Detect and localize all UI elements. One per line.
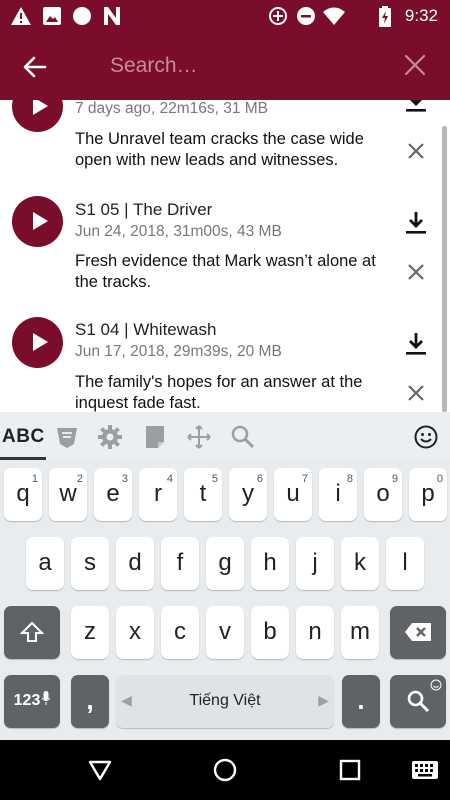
download-icon[interactable] — [404, 331, 428, 357]
key-a[interactable]: a — [26, 537, 64, 590]
search-icon — [407, 690, 430, 713]
key-f[interactable]: f — [161, 537, 199, 590]
play-button[interactable] — [12, 317, 63, 368]
key-m[interactable]: m — [341, 606, 379, 659]
keyboard-toolbar: ABC — [0, 412, 450, 460]
play-button[interactable] — [12, 196, 63, 247]
key-t[interactable]: 5t — [184, 468, 222, 521]
comma-key[interactable]: , — [71, 675, 109, 728]
space-label: Tiếng Việt — [189, 692, 261, 709]
arrow-left-icon[interactable] — [20, 52, 50, 82]
keyboard-switch-icon[interactable] — [411, 760, 439, 780]
key-j[interactable]: j — [296, 537, 334, 590]
battery-charging-icon — [379, 6, 391, 27]
remove-icon[interactable] — [407, 263, 425, 281]
episode-item[interactable]: S1 05 | The Driver Jun 24, 2018, 31m00s,… — [0, 194, 450, 314]
key-z[interactable]: z — [71, 606, 109, 659]
episode-description: The family's hopes for an answer at the … — [75, 373, 363, 412]
warning-icon — [11, 7, 31, 25]
key-i[interactable]: 8i — [319, 468, 357, 521]
clock: 9:32 — [404, 6, 438, 25]
shift-key[interactable] — [4, 606, 60, 659]
key-x[interactable]: x — [116, 606, 154, 659]
episode-title: S1 04 | Whitewash — [75, 320, 217, 339]
shift-icon — [19, 621, 45, 642]
key-k[interactable]: k — [341, 537, 379, 590]
data-saver-icon — [269, 7, 287, 25]
navigation-bar — [0, 740, 450, 800]
cursor-move-icon[interactable] — [186, 424, 212, 450]
symbols-key[interactable]: 123 — [4, 675, 60, 728]
key-o[interactable]: 9o — [364, 468, 402, 521]
search-key[interactable] — [390, 675, 446, 728]
download-icon[interactable] — [404, 210, 428, 236]
back-nav-icon[interactable] — [87, 757, 113, 783]
space-key[interactable]: ◀ Tiếng Việt ▶ — [116, 675, 334, 728]
remove-icon[interactable] — [407, 142, 425, 160]
key-s[interactable]: s — [71, 537, 109, 590]
episode-meta: Jun 17, 2018, 29m39s, 20 MB — [75, 343, 282, 360]
episode-meta: 7 days ago, 22m16s, 31 MB — [75, 100, 269, 117]
caret-right-icon: ▶ — [318, 692, 329, 708]
wifi-icon — [323, 7, 345, 25]
mic-icon — [41, 691, 51, 705]
settings-icon[interactable] — [97, 424, 123, 450]
circle-icon — [73, 7, 91, 25]
key-d[interactable]: d — [116, 537, 154, 590]
key-c[interactable]: c — [161, 606, 199, 659]
key-b[interactable]: b — [251, 606, 289, 659]
key-g[interactable]: g — [206, 537, 244, 590]
backspace-key[interactable] — [390, 606, 446, 659]
key-y[interactable]: 6y — [229, 468, 267, 521]
key-l[interactable]: l — [386, 537, 424, 590]
remove-icon[interactable] — [407, 384, 425, 402]
key-h[interactable]: h — [251, 537, 289, 590]
episode-item[interactable]: S1 04 | Whitewash Jun 17, 2018, 29m39s, … — [0, 314, 450, 412]
recents-nav-icon[interactable] — [337, 757, 363, 783]
episode-description: The Unravel team cracks the case wide op… — [75, 130, 364, 169]
play-button[interactable] — [12, 100, 63, 132]
caret-left-icon: ◀ — [121, 692, 132, 708]
episode-meta: Jun 24, 2018, 31m00s, 43 MB — [75, 223, 282, 240]
theme-icon[interactable] — [54, 424, 80, 450]
home-nav-icon[interactable] — [212, 757, 238, 783]
episode-title: S1 05 | The Driver — [75, 200, 213, 219]
episode-item[interactable]: 7 days ago, 22m16s, 31 MB The Unravel te… — [0, 100, 450, 186]
search-icon[interactable] — [230, 424, 256, 450]
symbols-label: 123 — [13, 692, 41, 709]
close-icon[interactable] — [404, 54, 426, 76]
backspace-icon — [405, 623, 431, 641]
download-icon[interactable] — [404, 100, 428, 114]
episode-list[interactable]: 7 days ago, 22m16s, 31 MB The Unravel te… — [0, 100, 450, 412]
search-input[interactable] — [110, 50, 380, 82]
key-r[interactable]: 4r — [139, 468, 177, 521]
keyboard: 1q 2w 3e 4r 5t 6y 7u 8i 9o 0p a s d f g … — [0, 460, 450, 740]
keyboard-mode-label[interactable]: ABC — [2, 426, 45, 448]
period-key[interactable]: . — [342, 675, 380, 728]
app-bar — [0, 32, 450, 100]
episode-description: Fresh evidence that Mark wasn’t alone at… — [75, 252, 376, 291]
do-not-disturb-icon — [297, 7, 315, 25]
key-v[interactable]: v — [206, 606, 244, 659]
emoji-icon[interactable] — [413, 424, 439, 450]
n-icon — [104, 7, 120, 25]
scrollbar[interactable] — [442, 126, 447, 412]
emoji-small-icon — [430, 679, 442, 691]
key-q[interactable]: 1q — [4, 468, 42, 521]
key-n[interactable]: n — [296, 606, 334, 659]
clipboard-icon[interactable] — [142, 424, 168, 450]
key-p[interactable]: 0p — [409, 468, 447, 521]
status-bar: 9:32 — [0, 0, 450, 32]
image-icon — [43, 7, 61, 25]
key-w[interactable]: 2w — [49, 468, 87, 521]
key-e[interactable]: 3e — [94, 468, 132, 521]
key-u[interactable]: 7u — [274, 468, 312, 521]
